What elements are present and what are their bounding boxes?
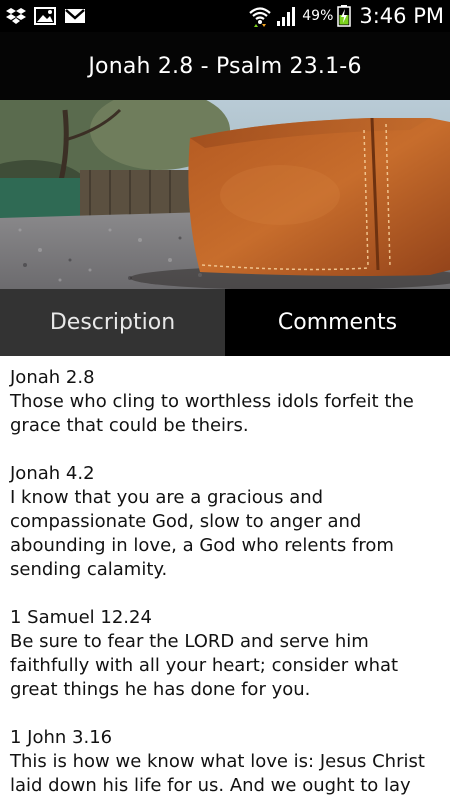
verse-list: Jonah 2.8 Those who cling to worthless i… [0, 356, 450, 800]
tab-description[interactable]: Description [0, 289, 225, 356]
verse-text: This is how we know what love is: Jesus … [10, 751, 425, 800]
hero-image [0, 100, 450, 289]
list-item: Jonah 4.2 I know that you are a gracious… [10, 462, 440, 582]
action-bar: Jonah 2.8 - Psalm 23.1-6 [0, 32, 450, 100]
signal-icon [276, 5, 298, 27]
image-icon [34, 7, 56, 25]
status-bar: 49% 3:46 PM [0, 0, 450, 32]
battery-percent: 49% [302, 8, 334, 24]
tab-comments[interactable]: Comments [225, 289, 450, 356]
battery-charging-icon [337, 5, 352, 27]
verse-text: Be sure to fear the LORD and serve him f… [10, 631, 399, 700]
leather-bible-photo [0, 100, 450, 289]
wifi-icon [248, 4, 272, 28]
gmail-icon [64, 7, 86, 25]
verse-text: Those who cling to worthless idols forfe… [10, 391, 414, 436]
verse-text: I know that you are a gracious and compa… [10, 487, 394, 580]
description-content[interactable]: Jonah 2.8 Those who cling to worthless i… [0, 356, 450, 800]
verse-reference: 1 John 3.16 [10, 727, 113, 748]
clock: 3:46 PM [359, 4, 444, 28]
verse-reference: Jonah 4.2 [10, 463, 95, 484]
list-item: 1 Samuel 12.24 Be sure to fear the LORD … [10, 606, 440, 702]
tab-bar: Description Comments [0, 289, 450, 356]
verse-reference: 1 Samuel 12.24 [10, 607, 152, 628]
list-item: 1 John 3.16 This is how we know what lov… [10, 726, 440, 800]
dropbox-icon [6, 7, 26, 25]
page-title: Jonah 2.8 - Psalm 23.1-6 [88, 53, 362, 79]
tab-description-label: Description [49, 310, 176, 335]
tab-comments-label: Comments [277, 310, 398, 335]
verse-reference: Jonah 2.8 [10, 367, 95, 388]
list-item: Jonah 2.8 Those who cling to worthless i… [10, 366, 440, 438]
